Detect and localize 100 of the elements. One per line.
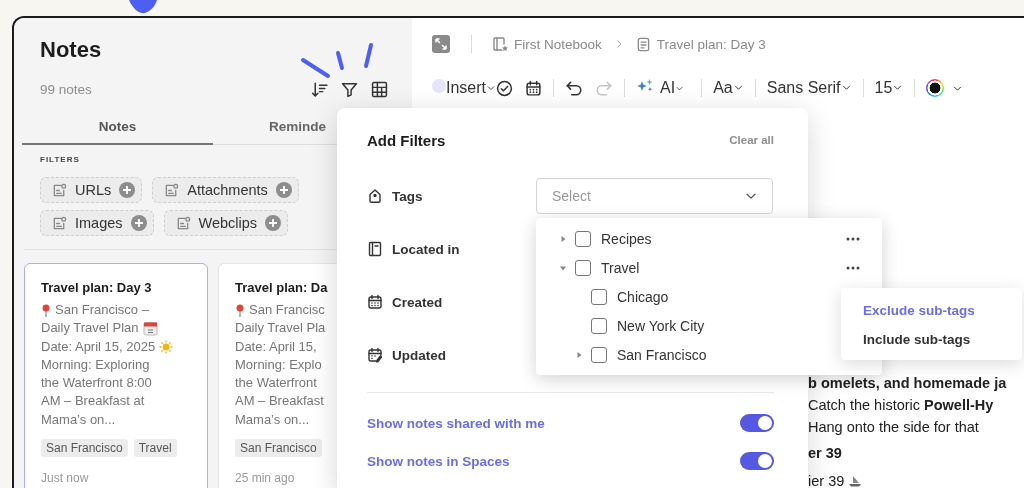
chevron-down-icon [840, 82, 852, 93]
note-snippet-line: Mama’s on... [235, 410, 310, 429]
note-snippet-line: the Waterfront 8:00 [41, 374, 152, 393]
filter-chip[interactable]: Attachments [152, 177, 299, 203]
pin-icon [235, 303, 245, 317]
note-snippet-line: Morning: Explo [235, 355, 322, 374]
ai-button[interactable]: AI [636, 79, 685, 97]
filter-icon[interactable] [341, 80, 358, 98]
note-time: 25 min ago [235, 471, 296, 486]
tag-option[interactable]: Travel [601, 259, 640, 276]
toggle-switch[interactable] [740, 414, 774, 432]
menu-item[interactable]: Exclude sub-tags [841, 296, 1022, 325]
color-picker-icon[interactable] [926, 79, 945, 97]
filter-label: Created [392, 294, 443, 310]
note-card[interactable]: Travel plan: Day 3 San Francisco – Daily Travel Plan Date: April 15, 2025 Morning: Exploring the Waterfront 8:00 AM – Breakfast at Mama’s on... San Francisco Travel Just now [24, 263, 208, 488]
filter-label: Located in [392, 241, 460, 257]
note-snippet-line: Date: April 15, [235, 337, 317, 356]
breadcrumb-link[interactable]: Travel plan: Day 3 [656, 36, 766, 52]
notebook-icon [492, 36, 508, 52]
filters-heading: FILTERS [40, 154, 81, 166]
breadcrumb-link[interactable]: First Notebook [514, 36, 602, 52]
filter-chip[interactable]: Images [40, 210, 154, 236]
filter-label: Tags [392, 188, 423, 204]
tab[interactable]: Notes [22, 109, 213, 145]
note-text: ier 39 [808, 472, 845, 488]
sort-icon[interactable] [311, 80, 328, 98]
note-time: Just now [41, 471, 90, 486]
scribble-drawing [301, 43, 373, 78]
caret-right-icon[interactable] [559, 234, 567, 243]
undo-icon[interactable] [565, 79, 583, 97]
note-snippet-line: Daily Travel Plan [41, 319, 139, 338]
note-tag: Travel [133, 439, 177, 458]
tag-option[interactable]: Recipes [601, 230, 652, 247]
chevron-down-icon [892, 82, 904, 93]
toggle-label: Show notes in Spaces [367, 453, 510, 469]
panel-title: Add Filters [367, 131, 446, 149]
toggle-switch[interactable] [740, 452, 774, 470]
note-icon [635, 36, 651, 52]
sparkle-icon [636, 79, 654, 93]
font-dropdown[interactable]: Sans Serif [766, 79, 852, 97]
note-tag: San Francisco [235, 439, 322, 458]
note-snippet-line: Mama’s on... [41, 410, 116, 429]
task-icon[interactable] [496, 79, 513, 97]
note-snippet-line: the Waterfront [235, 374, 317, 393]
more-icon[interactable] [846, 236, 860, 241]
sailboat-icon [848, 475, 863, 487]
tag-option[interactable]: San Francisco [617, 346, 707, 363]
note-tag: San Francisco [41, 439, 128, 458]
add-icon[interactable] [119, 182, 136, 198]
grid-view-icon[interactable] [371, 80, 388, 98]
note-card[interactable]: Travel plan: Da San Francisc Daily Travel Pla Date: April 15, Morning: Explo the Waterfront AM – Breakfast Mama’s on... San Francisco 25 min ago [218, 263, 337, 488]
checkbox[interactable] [591, 346, 607, 363]
calendar-icon[interactable] [525, 79, 542, 97]
pin-icon [41, 303, 51, 317]
filter-chip[interactable]: Webclips [163, 210, 289, 236]
chevron-down-icon [675, 84, 685, 93]
calendar-icon [367, 294, 383, 310]
font-size-dropdown[interactable]: 15 [874, 79, 904, 97]
tag-option[interactable]: Chicago [617, 288, 669, 305]
chevron-down-icon [732, 82, 744, 93]
add-icon[interactable] [275, 182, 292, 198]
chevron-down-icon [486, 83, 496, 93]
note-count: 99 notes [40, 81, 92, 97]
add-icon[interactable] [265, 215, 282, 231]
note-text: Hang onto the side for that [808, 418, 979, 437]
note-title: Travel plan: Day 3 [41, 280, 153, 296]
note-snippet-line: AM – Breakfast [235, 392, 324, 411]
note-text: b omelets, and homemade ja [808, 374, 1007, 393]
tag-icon [367, 188, 383, 204]
add-icon[interactable] [130, 215, 147, 231]
note-snippet-line: Morning: Exploring [41, 355, 150, 374]
calendar-icon [142, 320, 158, 336]
note-snippet-line: San Francisco – [55, 301, 149, 319]
checkbox[interactable] [575, 230, 591, 247]
checkbox[interactable] [591, 317, 607, 334]
tab[interactable]: Reminde [269, 109, 328, 145]
note-link-icon [52, 182, 67, 198]
expand-icon[interactable] [432, 35, 450, 53]
filter-chip[interactable]: URLs [40, 177, 143, 203]
notes-title: Notes [40, 36, 102, 64]
note-link-icon [52, 215, 67, 231]
more-icon[interactable] [846, 265, 860, 270]
caret-right-icon[interactable] [575, 350, 583, 359]
note-text: Catch the historic Powell-Hy [808, 396, 994, 415]
note-title: Travel plan: Da [235, 280, 329, 296]
note-link-icon [175, 215, 191, 231]
note-link-icon [164, 182, 180, 198]
tag-option[interactable]: New York City [617, 317, 705, 334]
filter-label: Updated [392, 347, 446, 363]
toggle-label: Show notes shared with me [367, 415, 545, 431]
notebook-icon [367, 241, 383, 257]
checkbox[interactable] [575, 259, 591, 276]
sun-icon [159, 339, 174, 354]
checkbox[interactable] [591, 288, 607, 305]
note-snippet-line: AM – Breakfast at [41, 392, 145, 411]
menu-item[interactable]: Include sub-tags [841, 325, 1022, 354]
marker-drawing [129, 0, 157, 14]
note-text: er 39 [808, 444, 842, 463]
text-style-button[interactable]: Aa [713, 79, 744, 97]
calendar-edit-icon [367, 347, 383, 363]
